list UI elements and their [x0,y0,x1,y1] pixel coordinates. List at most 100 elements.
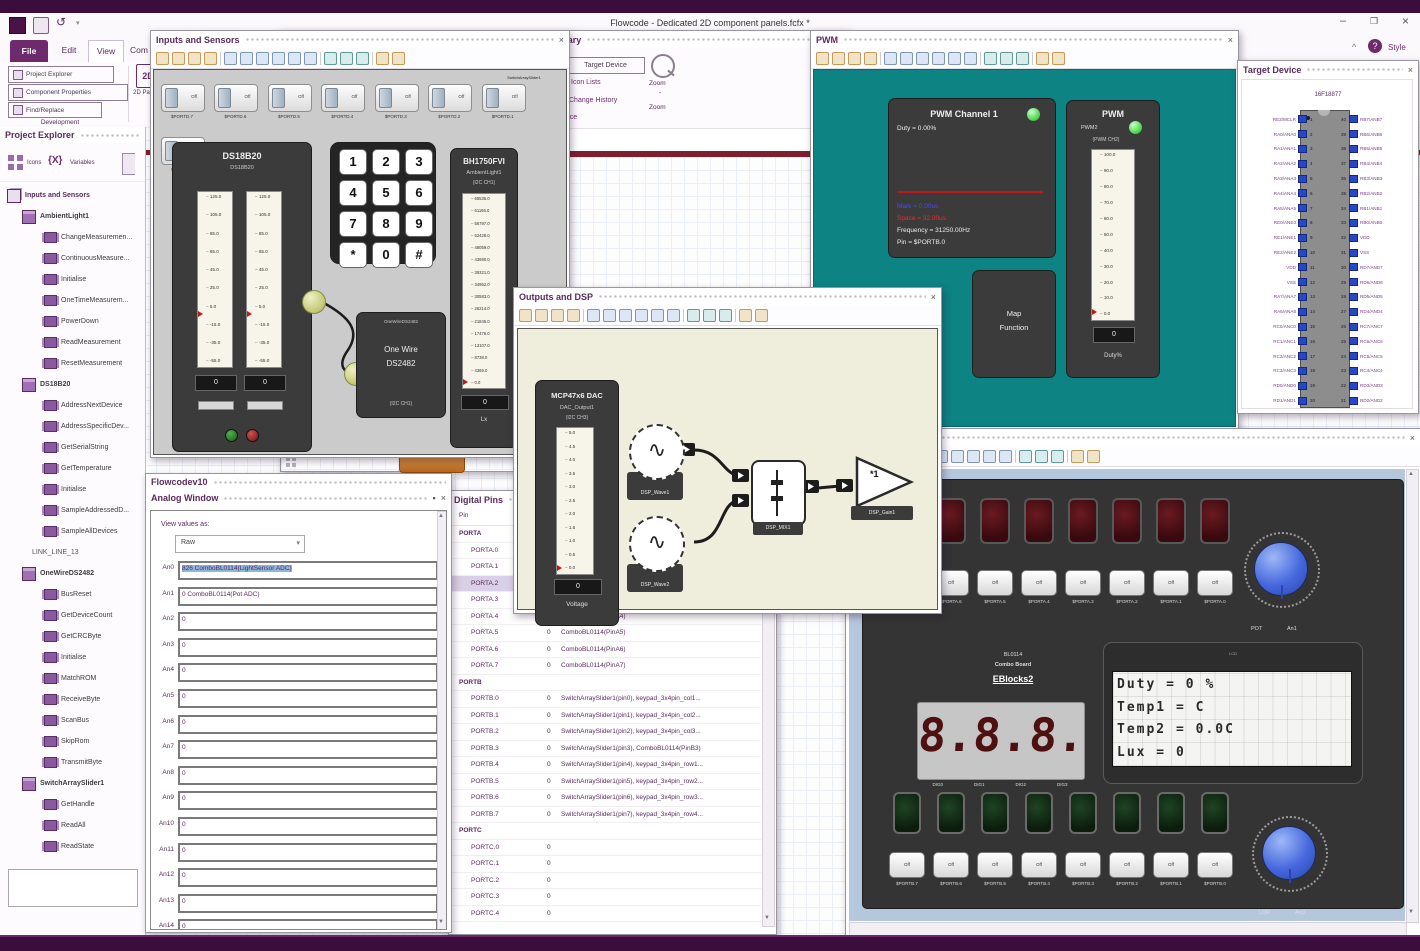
scroll-down-icon[interactable]: ▼ [1408,909,1414,915]
channel-value-input[interactable]: 0 [178,740,438,760]
paste-icon[interactable] [864,51,877,65]
pin-name-left[interactable]: RA3/ANA3 [1244,176,1298,181]
copy-icon[interactable] [188,51,201,65]
pin-name-right[interactable]: VDD [1358,235,1412,240]
pin-row[interactable]: PORTB.0 0 SwitchArraySlider1(pin0), keyp… [451,691,761,708]
pot-knob[interactable] [1254,542,1308,599]
pin-row[interactable]: PORTB.5 0 SwitchArraySlider1(pin5), keyp… [451,774,761,790]
pin-row[interactable]: PORTC.3 0 [451,889,761,906]
pin-name-left[interactable]: RA7/ANA7 [1244,294,1298,299]
scroll-down-icon[interactable]: ▼ [438,919,444,925]
keypad-key[interactable]: 1 [339,149,367,175]
tree-item[interactable]: BusReset [2,584,144,605]
channel-value-input[interactable]: 0 [178,816,438,836]
pin-name-right[interactable]: RB2/ANB2 [1358,191,1412,196]
icons-tab-icon[interactable] [8,155,23,170]
inputs-titlebar[interactable]: Inputs and Sensors × [151,31,569,48]
redo-icon[interactable] [535,308,548,322]
pin-row[interactable]: PORTB.3 0 SwitchArraySlider1(pin3), Comb… [451,741,761,757]
flip-vertical-icon[interactable] [304,51,317,65]
channel-value-input[interactable]: 0 [178,919,438,929]
pin-row[interactable]: PORTC.4 0 [451,906,761,922]
copy-icon[interactable] [848,51,861,65]
pin-name-right[interactable]: RD5/AND5 [1358,294,1412,299]
tree-item[interactable]: GetTemperature [2,458,144,479]
close-icon[interactable]: × [441,493,446,503]
snap-grid-icon[interactable] [1035,449,1048,463]
pin-name-left[interactable]: RA4/ANA4 [1244,191,1298,196]
keypad-key[interactable]: * [339,242,367,268]
save-icon[interactable] [33,17,49,34]
bh1750-block[interactable]: BH1750FVI AmbientLight1 (I2C CH1) 65535.… [450,148,518,448]
tree-item[interactable]: SampleAllDevices [2,521,144,542]
rotate-right-icon[interactable] [932,51,945,65]
pin-row[interactable]: PORTC.2 0 [451,873,761,889]
port-switch-button[interactable]: Off [1197,570,1233,596]
port-switch-button[interactable]: Off [1021,570,1057,596]
keypad-key[interactable]: 9 [405,211,433,237]
pin-name-right[interactable]: RC7/ANC7 [1358,324,1412,329]
port-switch-button[interactable]: Off [1197,852,1233,878]
tree-item[interactable]: GetCRCByte [2,626,144,647]
bring-to-front-icon[interactable] [884,51,897,65]
dsp-wave2-generator[interactable]: ∿ [629,516,685,572]
quickbar-dropdown-icon[interactable]: ▾ [76,19,80,27]
channel-value-input[interactable]: 0 [178,637,438,657]
icon-lists-menu-item[interactable]: Icon Lists [571,79,601,86]
separator[interactable] [220,51,221,65]
tree-item[interactable]: GetDeviceCount [2,605,144,626]
undo-icon[interactable] [156,51,169,65]
keypad-key[interactable]: 0 [372,242,400,268]
help-icon[interactable]: ? [1368,39,1382,53]
keypad-key[interactable]: 4 [339,180,367,206]
zoom-out-icon[interactable] [392,51,405,65]
variables-tab-label[interactable]: Variables [70,160,95,166]
pwm-titlebar[interactable]: PWM × [811,31,1238,48]
tree-item[interactable]: OneWireDS2482 [2,563,144,584]
close-icon[interactable]: × [1228,35,1233,45]
tree-item[interactable]: ContinuousMeasure... [2,248,144,269]
tree-item[interactable]: DS18B20 [2,374,144,395]
slide-switch[interactable]: Off [374,84,419,112]
pin-name-left[interactable]: RE1/ANE1 [1244,235,1298,240]
port-switch-button[interactable]: Off [1065,570,1101,596]
pin-name-right[interactable]: RB4/ANB4 [1358,161,1412,166]
app-icon[interactable] [9,17,26,34]
flip-horizontal-icon[interactable] [983,449,996,463]
change-history-menu-item[interactable]: Change History [569,97,617,104]
pin-row[interactable]: PORTA.6 0 ComboBL0114(PinA6) [451,642,761,658]
port-switch-button[interactable]: Off [977,570,1013,596]
channel-value-input[interactable]: 0 [178,688,438,708]
pin-name-left[interactable]: RE2/ANE2 [1244,250,1298,255]
component-properties-button[interactable]: Component Properties [8,84,128,101]
flip-vertical-icon[interactable] [999,449,1012,463]
flip-vertical-icon[interactable] [667,308,680,322]
port-switch-button[interactable]: Off [1153,852,1189,878]
restore-button[interactable]: ❐ [1370,16,1378,27]
port-switch-button[interactable]: Off [1109,852,1145,878]
pin-row[interactable]: PORTA.7 0 ComboBL0114(PinA7) [451,658,761,675]
pin-name-right[interactable]: VSS [1358,250,1412,255]
close-icon[interactable]: × [1408,65,1413,75]
port-switch-button[interactable]: Off [889,852,925,878]
pin-name-left[interactable]: RD0/AND0 [1244,383,1298,388]
tree-item[interactable]: OneTimeMeasurem... [2,290,144,311]
keypad-key[interactable]: 3 [405,149,433,175]
port-switch-button[interactable]: Off [933,852,969,878]
tab-edit[interactable]: Edit [54,45,84,55]
explorer-footer-box[interactable] [8,869,138,907]
separator[interactable] [1015,449,1016,463]
close-icon[interactable]: × [559,35,564,45]
keypad-key[interactable]: 2 [372,149,400,175]
pin-name-right[interactable]: RB6/ANB6 [1358,132,1412,137]
flip-horizontal-icon[interactable] [288,51,301,65]
pan-icon[interactable] [1051,449,1064,463]
separator[interactable] [372,51,373,65]
pin-row[interactable]: PORTB [451,675,761,691]
send-to-back-icon[interactable] [240,51,253,65]
board-hscrollbar[interactable] [849,922,1407,936]
tree-item[interactable]: Initialise [2,647,144,668]
pin-row[interactable]: PORTC.5 0 [451,922,761,926]
minimize-icon[interactable]: ▪ [433,493,436,503]
keypad-key[interactable]: 6 [405,180,433,206]
